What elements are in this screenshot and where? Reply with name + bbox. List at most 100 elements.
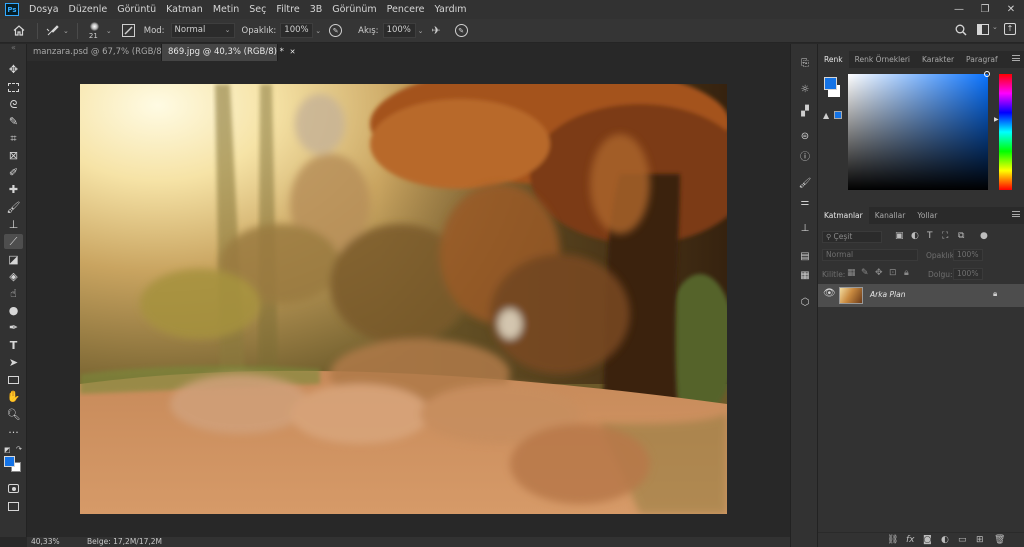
layer-style-icon[interactable]: fx [906,535,915,545]
web-safe-swatch[interactable] [834,111,842,119]
tab-paragraf[interactable]: Paragraf [960,51,1004,68]
foreground-color-swatch[interactable] [4,456,15,467]
filter-pixel-icon[interactable]: ▣ [895,231,904,241]
menu-pencere[interactable]: Pencere [387,4,425,15]
panel-menu-icon[interactable] [1012,55,1020,61]
move-tool-icon[interactable]: ✥ [4,62,23,77]
lasso-tool-icon[interactable]: ᘓ [4,97,23,112]
adjustments-panel-icon[interactable]: ⚌ [797,196,813,210]
notes-panel-icon[interactable]: ▦ [797,269,813,283]
filter-shape-icon[interactable]: ⛶ [942,231,948,241]
menu-sec[interactable]: Seç [249,4,266,15]
lock-position-icon[interactable]: ✥ [875,268,883,278]
document-canvas-image[interactable] [80,84,727,514]
menu-metin[interactable]: Metin [213,4,239,15]
blend-mode-select[interactable]: Normal [822,249,918,261]
brightness-panel-icon[interactable]: ☼ [797,83,813,97]
clone-source-panel-icon[interactable]: ⊥ [797,222,813,236]
new-group-icon[interactable]: ▭ [958,535,967,545]
type-tool-icon[interactable]: T [4,338,23,353]
filter-type-icon[interactable]: T [927,231,933,241]
lock-image-icon[interactable]: ✎ [861,268,869,278]
pen-tool-icon[interactable]: ✒ [4,320,23,335]
eraser-tool-icon[interactable]: ◪ [4,252,23,267]
hue-slider-handle[interactable]: ▶ [994,116,999,123]
tab-renk[interactable]: Renk [818,51,849,68]
history-panel-icon[interactable]: ⎘ [797,57,813,71]
lock-artboard-icon[interactable]: ⊡ [889,268,897,278]
fill-input[interactable]: 100% [953,268,983,280]
more-tools-icon[interactable]: ··· [4,425,23,440]
zoom-level[interactable]: 40,33% [31,537,60,547]
workspace-icon[interactable] [977,24,989,35]
chevron-down-icon[interactable]: ⌄ [106,27,112,35]
maximize-button[interactable]: ❐ [972,0,998,19]
menu-3b[interactable]: 3B [310,4,323,15]
tab-yollar[interactable]: Yollar [911,207,943,224]
share-icon[interactable]: ↑ [1004,23,1016,35]
panel-menu-icon[interactable] [1012,211,1020,217]
pressure-opacity-icon[interactable]: ✎ [329,24,343,37]
pressure-size-icon[interactable]: ✎ [454,24,468,37]
layer-filter-select[interactable]: ⚲ Çeşit [822,231,882,243]
color-picker-cursor[interactable] [984,71,990,77]
info-panel-icon[interactable]: ⓘ [797,151,813,165]
delete-layer-icon[interactable]: 🗑︎ [994,535,1005,545]
link-layers-icon[interactable]: ⛓ [887,535,898,545]
tab-kanallar[interactable]: Kanallar [869,207,912,224]
menu-katman[interactable]: Katman [166,4,203,15]
brush-size-picker[interactable]: 21 [86,20,104,42]
mode-select[interactable]: Normal ⌄ [170,23,235,38]
mixer-brush-tool-icon[interactable]: ⟋ [4,234,23,249]
lock-all-icon[interactable]: 🔒︎ [904,268,909,278]
filter-adjustment-icon[interactable]: ◐ [911,231,919,241]
rectangle-tool-icon[interactable] [4,372,23,387]
home-icon[interactable] [9,25,29,36]
filter-toggle-icon[interactable]: ● [980,231,988,241]
paint-bucket-tool-icon[interactable]: ◈ [4,269,23,284]
menu-yardim[interactable]: Yardım [435,4,467,15]
add-mask-icon[interactable]: ◙ [923,535,932,545]
tab-869[interactable]: 869.jpg @ 40,3% (RGB/8) * ✕ [162,44,295,61]
airbrush-icon[interactable]: ✈ [431,24,440,37]
tool-preset-icon[interactable]: ⌄ [46,24,69,37]
brush-tool-icon[interactable]: 🖌 [4,200,23,215]
clone-stamp-tool-icon[interactable]: ⊥ [4,217,23,232]
menu-dosya[interactable]: Dosya [29,4,59,15]
tab-katmanlar[interactable]: Katmanlar [818,207,869,224]
brush-settings-icon[interactable] [121,24,135,37]
collapse-icon[interactable]: « [4,43,23,52]
menu-goruntu[interactable]: Görüntü [117,4,156,15]
hand-tool-icon[interactable]: ✋ [4,389,23,404]
canvas-area[interactable] [27,61,790,537]
new-layer-icon[interactable]: ⊞ [976,535,984,545]
close-icon[interactable]: ✕ [290,48,296,56]
frame-tool-icon[interactable]: ⊠ [4,148,23,163]
crop-tool-icon[interactable]: ⌗ [4,131,23,146]
smudge-tool-icon[interactable]: ☝ [4,286,23,301]
filter-smart-object-icon[interactable]: ⧉ [958,231,964,241]
swap-colors-icon[interactable]: ↷ [16,445,22,453]
color-picker-field[interactable] [848,74,988,190]
warning-icon[interactable]: ▲ [823,111,829,120]
default-colors-icon[interactable]: ◩ [4,446,11,454]
opacity-input[interactable]: 100% [280,23,314,38]
menu-duzenle[interactable]: Düzenle [69,4,108,15]
layer-name[interactable]: Arka Plan [870,290,906,299]
libraries-panel-icon[interactable]: ⊜ [797,130,813,144]
tab-renk-ornekleri[interactable]: Renk Örnekleri [849,51,916,68]
hue-slider[interactable] [999,74,1012,190]
layer-opacity-input[interactable]: 100% [953,249,983,261]
3d-panel-icon[interactable]: ⬡ [797,296,813,310]
color-foreground-swatch[interactable] [824,77,837,90]
minimize-button[interactable]: — [946,0,972,19]
lock-transparent-icon[interactable]: ▦ [847,268,856,278]
menu-filtre[interactable]: Filtre [276,4,299,15]
healing-brush-tool-icon[interactable]: ✚ [4,182,23,197]
marquee-tool-icon[interactable] [4,80,23,95]
search-icon[interactable] [955,24,967,39]
path-selection-tool-icon[interactable]: ➤ [4,355,23,370]
properties-panel-icon[interactable]: ▤ [797,250,813,264]
zoom-tool-icon[interactable]: 🔍︎ [4,407,23,422]
tab-karakter[interactable]: Karakter [916,51,960,68]
